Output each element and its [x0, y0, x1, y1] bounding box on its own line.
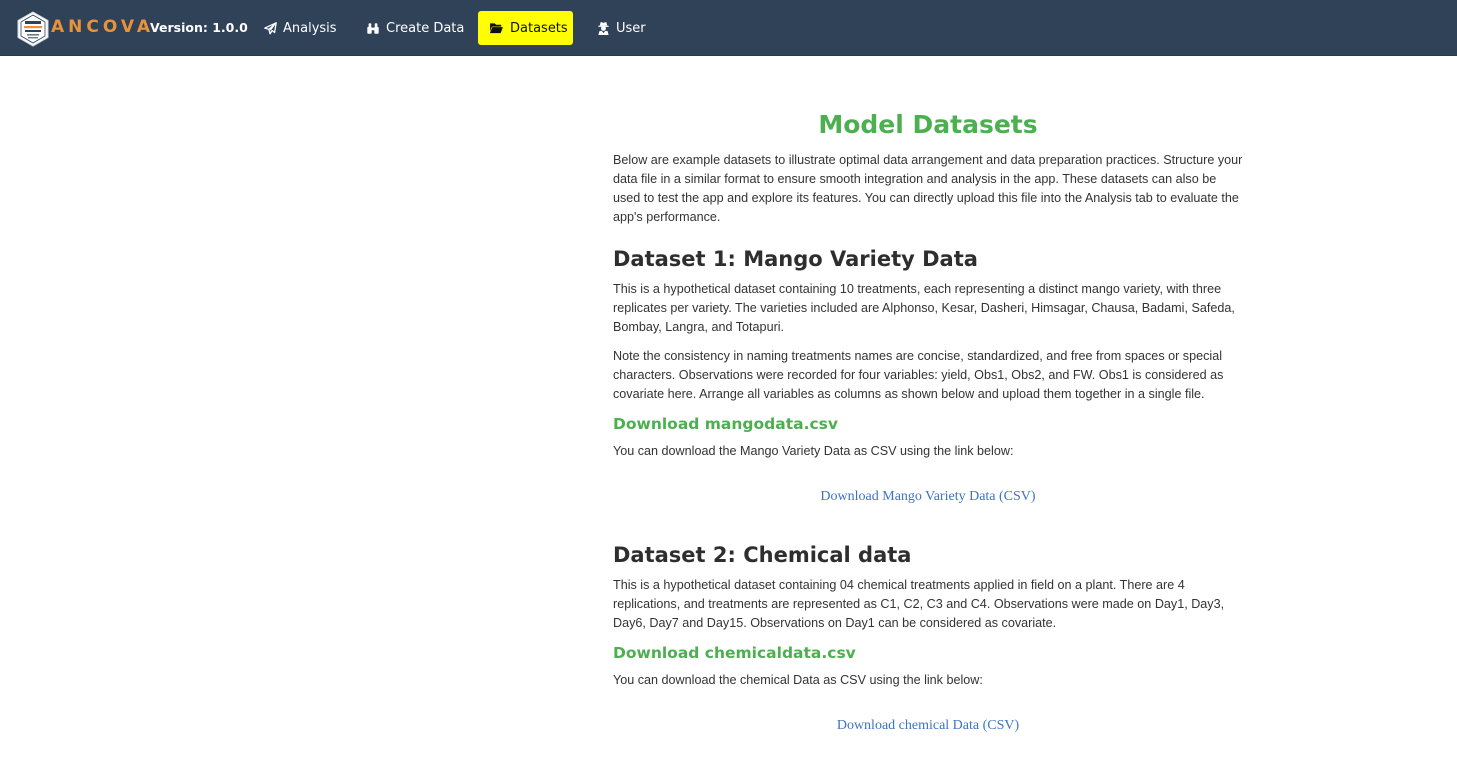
dataset-2-download-title: Download chemicaldata.csv — [613, 644, 856, 662]
tab-create-data-label: Create Data — [386, 20, 465, 36]
tab-user[interactable]: User — [586, 11, 657, 45]
page-title: Model Datasets — [818, 110, 1038, 139]
tab-user-label: User — [616, 20, 646, 36]
paper-plane-icon — [264, 21, 277, 34]
app-logo-icon[interactable] — [16, 11, 50, 47]
dataset-2-description: This is a hypothetical dataset containin… — [613, 578, 1225, 630]
datasets-content: Model Datasets Below are example dataset… — [613, 100, 1243, 734]
tab-analysis[interactable]: Analysis — [253, 11, 348, 45]
dataset-2-download-text: You can download the chemical Data as CS… — [613, 673, 983, 687]
dataset-1-download-title: Download mangodata.csv — [613, 415, 838, 433]
dataset-1-description: This is a hypothetical dataset containin… — [613, 282, 1235, 334]
app-version: Version: 1.0.0 — [150, 20, 248, 35]
top-navbar: ANCOVA Version: 1.0.0 Analysis Create Da… — [0, 0, 1457, 56]
dataset-1-link-wrap: Download Mango Variety Data (CSV) — [613, 487, 1243, 505]
tab-datasets-label: Datasets — [510, 20, 568, 36]
tab-datasets[interactable]: Datasets — [478, 11, 573, 45]
dataset-1-naming-note: Note the consistency in naming treatment… — [613, 349, 1224, 401]
download-mango-csv-link[interactable]: Download Mango Variety Data (CSV) — [820, 489, 1035, 504]
dataset-1-download-text: You can download the Mango Variety Data … — [613, 444, 1014, 458]
intro-paragraph: Below are example datasets to illustrate… — [613, 153, 1243, 224]
tab-analysis-label: Analysis — [283, 20, 337, 36]
download-chemical-csv-link[interactable]: Download chemical Data (CSV) — [837, 718, 1019, 733]
tab-create-data[interactable]: Create Data — [355, 11, 475, 45]
dataset-2-link-wrap: Download chemical Data (CSV) — [613, 716, 1243, 734]
binoculars-icon — [367, 22, 379, 34]
folder-open-icon — [490, 23, 503, 34]
app-brand[interactable]: ANCOVA — [51, 17, 154, 37]
dataset-2-heading: Dataset 2: Chemical data — [613, 543, 912, 567]
user-secret-icon — [598, 21, 609, 35]
dataset-1-heading: Dataset 1: Mango Variety Data — [613, 247, 978, 271]
